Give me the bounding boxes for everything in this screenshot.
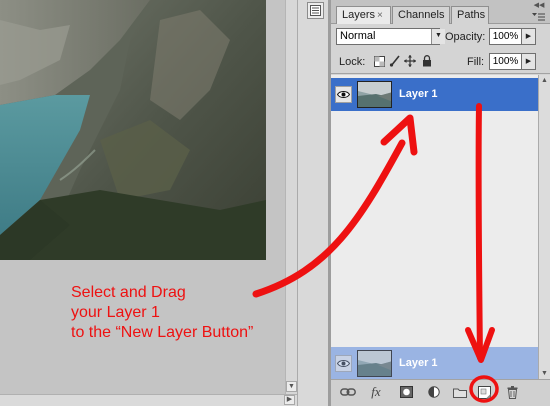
new-layer-icon[interactable]: [475, 383, 493, 401]
tab-layers-label: Layers: [342, 9, 376, 21]
fill-slider-arrow-icon[interactable]: ▶: [522, 53, 536, 70]
opacity-slider-arrow-icon[interactable]: ▶: [522, 28, 536, 45]
document-horizontal-scrollbar[interactable]: ▶: [0, 394, 297, 406]
lock-image-pixels-brush-icon[interactable]: [389, 55, 401, 67]
annotation-line-2: your Layer 1: [71, 304, 160, 321]
layer-name[interactable]: Layer 1: [399, 357, 438, 369]
layer-row-selected[interactable]: Layer 1: [331, 78, 538, 111]
opacity-label: Opacity:: [445, 31, 486, 43]
trash-icon[interactable]: [503, 383, 521, 401]
tab-layers[interactable]: Layers ×: [336, 6, 391, 24]
scroll-up-arrow-icon[interactable]: ▲: [539, 75, 550, 86]
blend-mode-select[interactable]: Normal ▼: [336, 28, 445, 45]
panel-menu-icon[interactable]: [532, 12, 546, 23]
layer-thumbnail: [357, 350, 392, 377]
blend-mode-value: Normal: [340, 30, 376, 42]
layers-bottom-toolbar: fx: [331, 379, 550, 406]
fill-input[interactable]: 100%: [489, 53, 522, 70]
annotation-line-1: Select and Drag: [71, 284, 186, 301]
lock-position-move-icon[interactable]: [404, 55, 416, 67]
chevron-down-icon[interactable]: ▼: [431, 29, 445, 44]
scroll-down-arrow-icon[interactable]: ▼: [539, 368, 550, 379]
panel-dock-strip: [297, 0, 331, 406]
opacity-input[interactable]: 100%: [489, 28, 522, 45]
layer-name[interactable]: Layer 1: [399, 88, 438, 100]
blend-options-row: Normal ▼ Opacity: 100% ▶: [331, 25, 550, 49]
instruction-annotation: Select and Drag your Layer 1 to the “New…: [71, 283, 253, 343]
eye-visibility-icon[interactable]: [335, 86, 352, 103]
new-group-folder-icon[interactable]: [451, 383, 469, 401]
lock-label: Lock:: [339, 56, 366, 68]
layers-list: Layer 1 Layer 1: [331, 75, 538, 380]
landscape-photo: [0, 0, 266, 260]
lock-transparent-pixels-icon[interactable]: [373, 55, 385, 67]
panel-tab-bar: Layers × Channels Paths ◀◀: [331, 0, 550, 24]
lock-options-row: Lock: Fill: 100% ▶: [331, 50, 550, 74]
collapse-panel-icon[interactable]: ◀◀: [533, 2, 545, 12]
tab-channels[interactable]: Channels: [392, 6, 450, 24]
scroll-down-arrow-icon[interactable]: ▼: [286, 381, 297, 392]
fill-label: Fill:: [467, 56, 485, 68]
fx-layer-style-icon[interactable]: fx: [367, 383, 385, 401]
eye-visibility-icon[interactable]: [335, 355, 352, 372]
tab-paths-label: Paths: [457, 9, 486, 21]
layers-scrollbar[interactable]: ▲ ▼: [538, 75, 550, 379]
document-vertical-scrollbar[interactable]: ▼: [285, 0, 297, 394]
layers-panel: Layers × Channels Paths ◀◀ Normal ▼ Opaci…: [331, 0, 550, 406]
layer-thumbnail: [357, 81, 392, 108]
layer-row-dragged[interactable]: Layer 1: [331, 347, 538, 380]
add-mask-icon[interactable]: [397, 383, 415, 401]
tab-channels-label: Channels: [398, 9, 445, 21]
tab-paths[interactable]: Paths: [451, 6, 489, 24]
scroll-right-arrow-icon[interactable]: ▶: [284, 395, 295, 405]
annotation-line-3: to the “New Layer Button”: [71, 324, 254, 341]
adjustment-layer-icon[interactable]: [425, 383, 443, 401]
collapsed-panel-icon[interactable]: [307, 2, 324, 19]
link-layers-icon[interactable]: [339, 383, 357, 401]
lock-all-padlock-icon[interactable]: [421, 55, 433, 67]
close-icon[interactable]: ×: [377, 10, 383, 21]
